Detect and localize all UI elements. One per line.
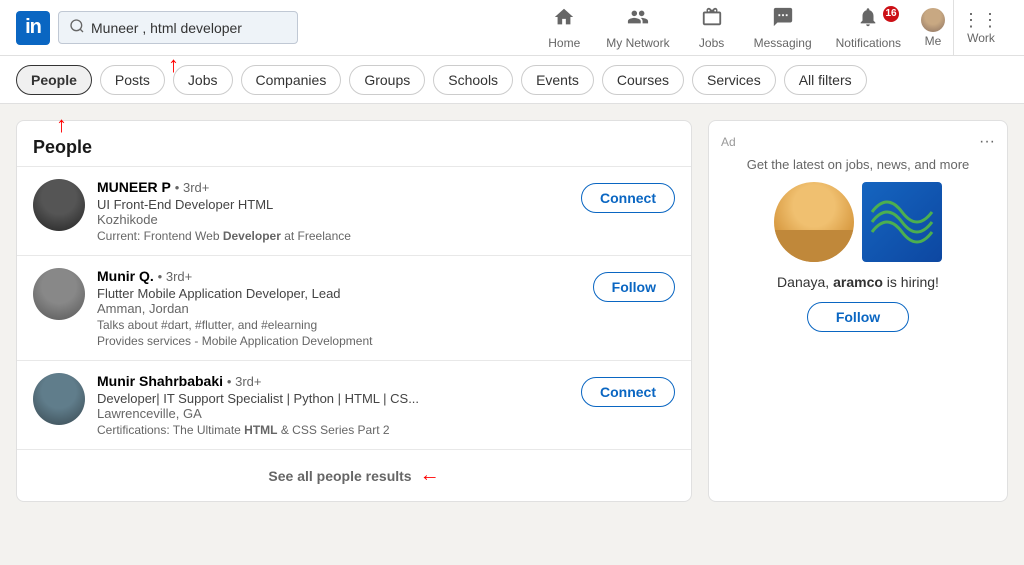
tab-services[interactable]: Services — [692, 65, 776, 95]
person-name: MUNEER P • 3rd+ — [97, 179, 569, 195]
tab-companies[interactable]: Companies — [241, 65, 342, 95]
nav-label-me: Me — [925, 34, 942, 48]
nav-items: Home My Network Jobs Messaging 16 Noti — [534, 0, 1008, 56]
linkedin-logo: in — [16, 11, 50, 45]
connect-button-munir-s[interactable]: Connect — [581, 377, 675, 407]
filter-tabs: People Posts Jobs Companies Groups Schoo… — [0, 56, 1024, 104]
avatar-munir-s — [33, 373, 85, 425]
person-action-muneer-p: Connect — [581, 183, 675, 213]
home-icon — [553, 6, 575, 34]
person-info-muneer-p: MUNEER P • 3rd+ UI Front-End Developer H… — [97, 179, 569, 243]
main-content: People MUNEER P • 3rd+ UI Front-End Deve… — [0, 104, 1024, 518]
tab-courses[interactable]: Courses — [602, 65, 684, 95]
person-location: Lawrenceville, GA — [97, 406, 569, 421]
name-text: MUNEER P — [97, 179, 171, 195]
person-name: Munir Shahrbabaki • 3rd+ — [97, 373, 569, 389]
person-note: Certifications: The Ultimate HTML & CSS … — [97, 423, 569, 437]
ad-images — [721, 182, 995, 262]
avatar — [921, 8, 945, 32]
person-title: Developer| IT Support Specialist | Pytho… — [97, 391, 569, 406]
search-input[interactable] — [91, 20, 287, 36]
hiring-pre: Danaya, — [777, 274, 833, 290]
tab-groups[interactable]: Groups — [349, 65, 425, 95]
search-box — [58, 11, 298, 44]
connect-button-muneer-p[interactable]: Connect — [581, 183, 675, 213]
nav-label-network: My Network — [606, 36, 669, 50]
nav-label-notifications: Notifications — [836, 36, 901, 50]
ad-hiring-text: Danaya, aramco is hiring! — [721, 274, 995, 290]
person-note: Current: Frontend Web Developer at Freel… — [97, 229, 569, 243]
network-icon — [627, 6, 649, 34]
person-title: UI Front-End Developer HTML — [97, 197, 569, 212]
person-action-munir-s: Connect — [581, 377, 675, 407]
tab-events[interactable]: Events — [521, 65, 594, 95]
person-note2: Provides services - Mobile Application D… — [97, 334, 581, 348]
grid-icon: ⋮⋮ — [962, 10, 1000, 31]
nav-label-home: Home — [548, 36, 580, 50]
person-action-munir-q: Follow — [593, 272, 675, 302]
tab-schools[interactable]: Schools — [433, 65, 513, 95]
nav-label-messaging: Messaging — [754, 36, 812, 50]
nav-item-work[interactable]: ⋮⋮ Work — [953, 0, 1008, 56]
ad-subtitle: Get the latest on jobs, news, and more — [721, 157, 995, 172]
ad-panel: Ad ··· Get the latest on jobs, news, and… — [708, 120, 1008, 502]
nav-item-notifications[interactable]: 16 Notifications — [824, 0, 913, 56]
name-text: Munir Q. — [97, 268, 154, 284]
see-all-people[interactable]: See all people results ← — [17, 449, 691, 501]
person-info-munir-q: Munir Q. • 3rd+ Flutter Mobile Applicati… — [97, 268, 581, 348]
person-note1: Talks about #dart, #flutter, and #elearn… — [97, 318, 581, 332]
person-title: Flutter Mobile Application Developer, Le… — [97, 286, 581, 301]
nav-item-me[interactable]: Me — [913, 0, 953, 56]
messaging-icon — [772, 6, 794, 34]
person-row: Munir Q. • 3rd+ Flutter Mobile Applicati… — [17, 255, 691, 360]
follow-button-munir-q[interactable]: Follow — [593, 272, 675, 302]
ad-person-image — [774, 182, 854, 262]
person-row: Munir Shahrbabaki • 3rd+ Developer| IT S… — [17, 360, 691, 449]
person-name: Munir Q. • 3rd+ — [97, 268, 581, 284]
jobs-icon — [701, 6, 723, 34]
ad-company-image — [862, 182, 942, 262]
avatar-muneer-p — [33, 179, 85, 231]
degree-text: • 3rd+ — [227, 374, 262, 389]
tab-jobs[interactable]: Jobs — [173, 65, 233, 95]
person-location: Amman, Jordan — [97, 301, 581, 316]
ad-more-icon[interactable]: ··· — [979, 133, 995, 151]
nav-item-home[interactable]: Home — [534, 0, 594, 56]
person-info-munir-s: Munir Shahrbabaki • 3rd+ Developer| IT S… — [97, 373, 569, 437]
see-all-label: See all people results — [268, 468, 411, 484]
nav-label-work: Work — [967, 31, 995, 45]
tab-posts[interactable]: Posts — [100, 65, 165, 95]
see-all-arrow: ← — [420, 464, 440, 487]
person-row: MUNEER P • 3rd+ UI Front-End Developer H… — [17, 166, 691, 255]
tab-all-filters[interactable]: All filters — [784, 65, 867, 95]
nav-item-network[interactable]: My Network — [594, 0, 681, 56]
hiring-company: aramco — [833, 274, 883, 290]
name-text: Munir Shahrbabaki — [97, 373, 223, 389]
avatar-munir-q — [33, 268, 85, 320]
nav-item-messaging[interactable]: Messaging — [742, 0, 824, 56]
search-arrow: ↑ — [168, 52, 179, 78]
nav-item-jobs[interactable]: Jobs — [682, 0, 742, 56]
tab-people[interactable]: People — [16, 65, 92, 95]
degree-text: • 3rd+ — [158, 269, 193, 284]
notifications-icon — [857, 6, 879, 34]
follow-button-ad[interactable]: Follow — [807, 302, 909, 332]
search-icon — [69, 18, 85, 37]
ad-label: Ad — [721, 135, 736, 149]
top-nav: in ↑ Home My Network Jobs — [0, 0, 1024, 56]
nav-label-jobs: Jobs — [699, 36, 724, 50]
people-panel: People MUNEER P • 3rd+ UI Front-End Deve… — [16, 120, 692, 502]
people-panel-title: People — [17, 121, 691, 166]
person-location: Kozhikode — [97, 212, 569, 227]
people-tab-arrow: ↑ — [56, 112, 67, 138]
ad-header: Ad ··· — [721, 133, 995, 151]
hiring-post: is hiring! — [883, 274, 939, 290]
degree-text: • 3rd+ — [175, 180, 210, 195]
notifications-badge: 16 — [883, 6, 899, 22]
